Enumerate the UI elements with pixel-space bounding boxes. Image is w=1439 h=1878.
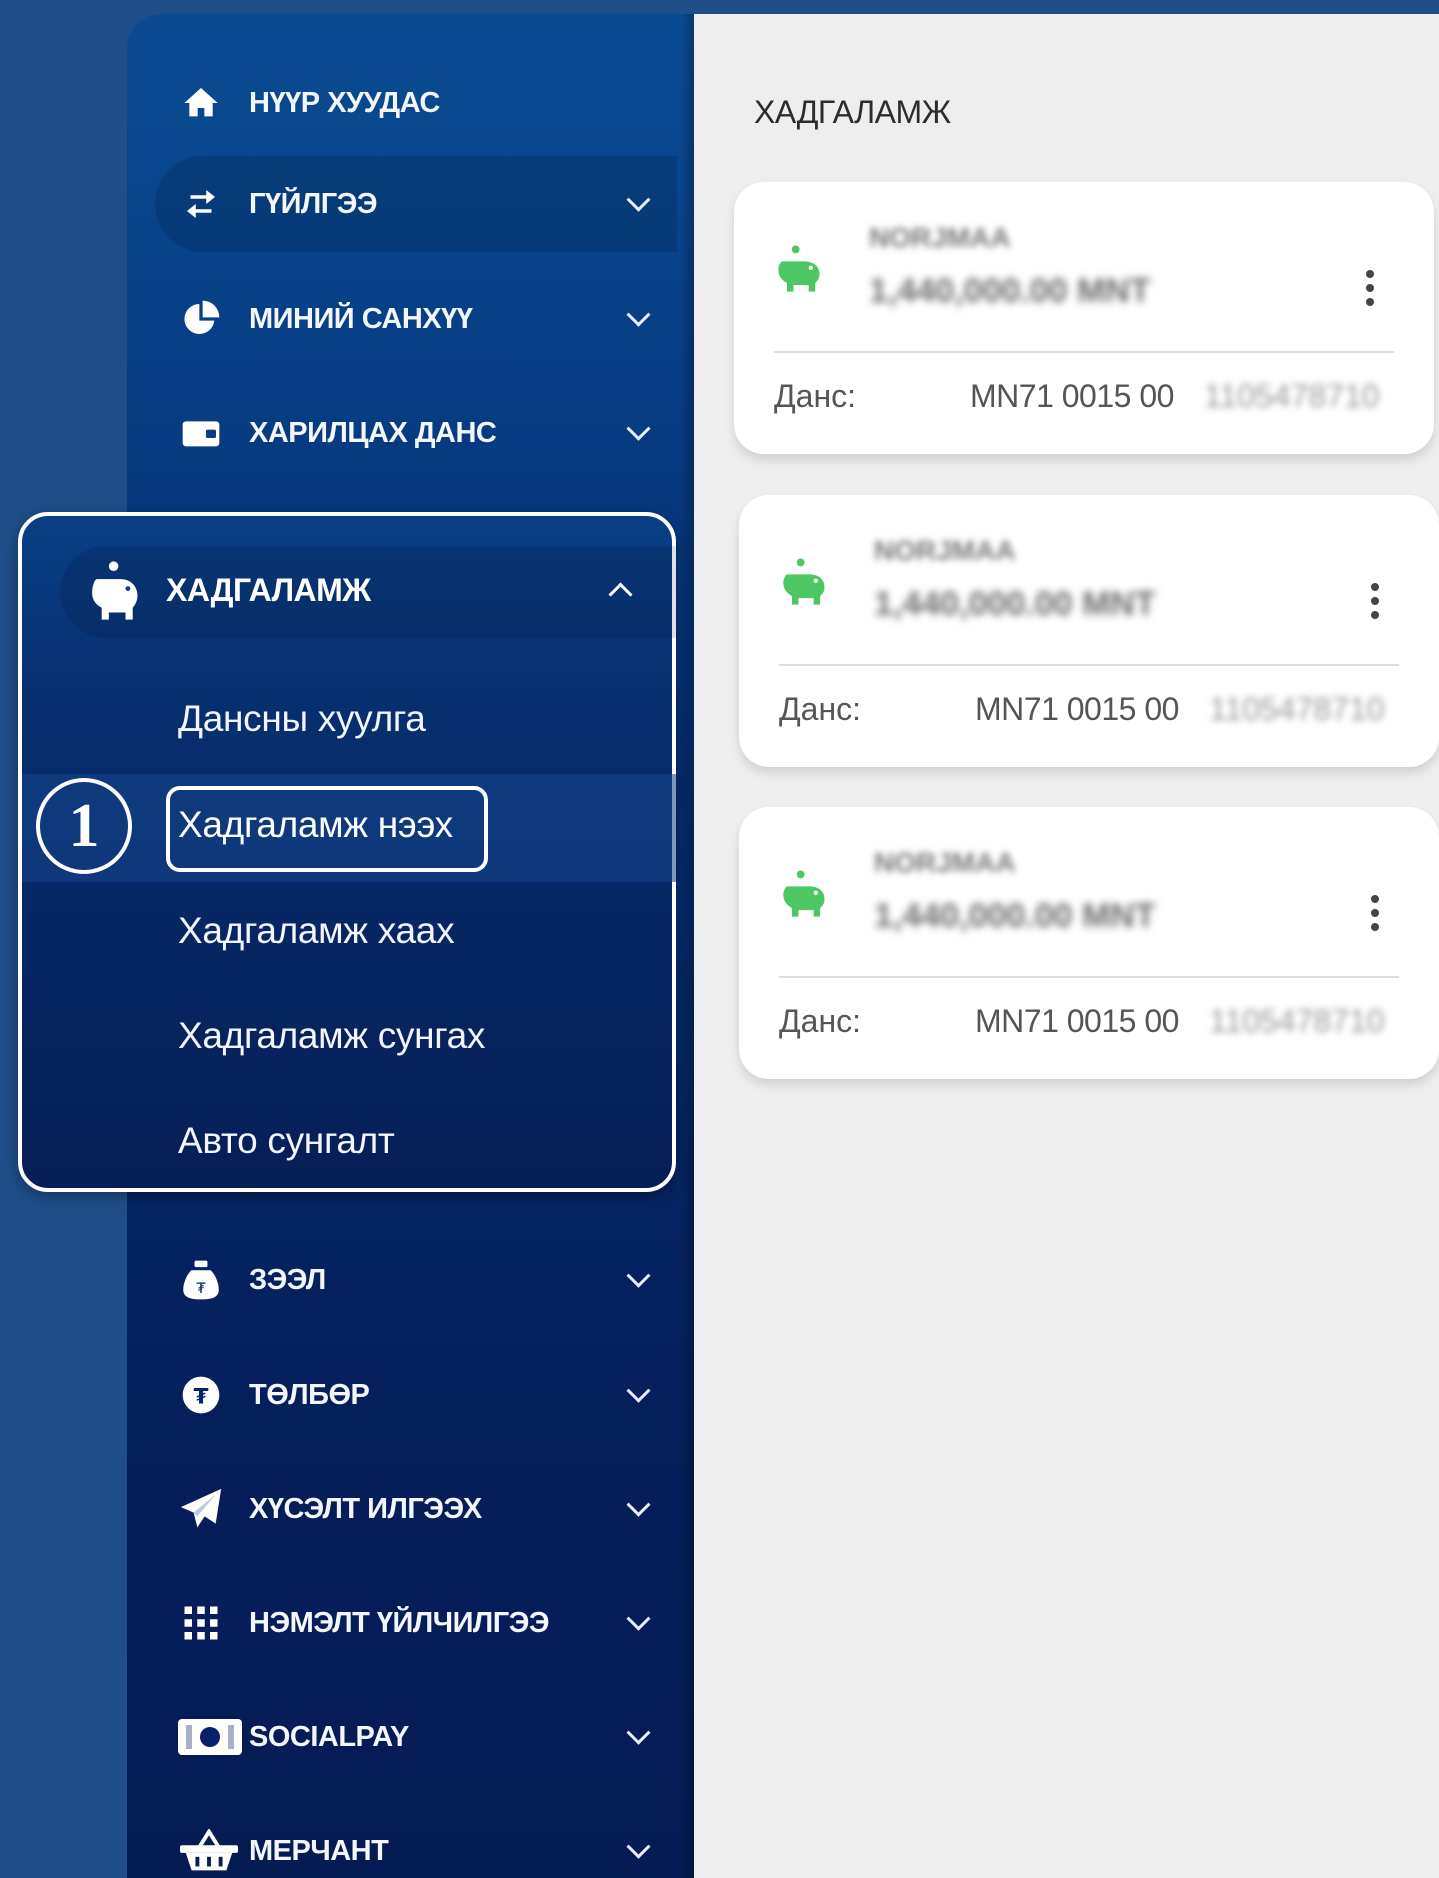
account-label: Данс: xyxy=(779,1003,862,1039)
account-holder-name: NORJMAA xyxy=(874,847,1016,878)
account-number-hidden: 1105478710 xyxy=(1204,378,1380,414)
submenu-auto-renewal[interactable]: Авто сунгалт xyxy=(178,1120,395,1162)
sidebar-item-send-request[interactable]: ХҮСЭЛТ ИЛГЭЭХ xyxy=(127,1461,677,1557)
piggy-bank-icon xyxy=(779,557,831,614)
sidebar-item-label: ТӨЛБӨР xyxy=(249,1378,370,1411)
paper-plane-icon xyxy=(179,1487,223,1531)
piggy-bank-icon xyxy=(774,244,826,301)
chevron-down-icon xyxy=(626,302,651,327)
account-number: MN71 0015 00 xyxy=(975,1003,1179,1039)
savings-card[interactable]: NORJMAA 1,440,000.00 MNT Данс: MN71 0015… xyxy=(739,807,1439,1079)
sidebar-item-merchant[interactable]: МЕРЧАНТ xyxy=(127,1803,677,1878)
sidebar-item-label: SOCIALPAY xyxy=(249,1720,409,1753)
tugrik-coin-icon: ₮ xyxy=(179,1373,223,1417)
main-panel: ХАДГАЛАМЖ NORJMAA 1,440,000.00 MNT Данс:… xyxy=(694,14,1439,1878)
page-title: ХАДГАЛАМЖ xyxy=(754,94,951,130)
piggy-bank-icon xyxy=(779,869,831,926)
sidebar-item-label: НҮҮР ХУУДАС xyxy=(249,86,440,119)
sidebar-item-payment[interactable]: ₮ ТӨЛБӨР xyxy=(127,1347,677,1443)
chevron-down-icon xyxy=(626,1720,651,1745)
sidebar-item-my-finance[interactable]: МИНИЙ САНХҮҮ xyxy=(127,271,677,367)
wallet-icon xyxy=(179,411,223,455)
savings-menu-highlight: ХАДГАЛАМЖ Дансны хуулга 1 Хадгаламж нээх… xyxy=(18,512,676,1192)
account-label: Данс: xyxy=(774,378,857,414)
submenu-open-savings[interactable]: Хадгаламж нээх xyxy=(178,804,453,846)
divider xyxy=(774,351,1394,353)
sidebar-item-label: ЗЭЭЛ xyxy=(249,1263,326,1296)
submenu-extend-savings[interactable]: Хадгаламж сунгах xyxy=(178,1015,485,1057)
cash-icon xyxy=(177,1715,243,1759)
sidebar-edge xyxy=(680,14,694,1878)
more-options-icon[interactable] xyxy=(1371,895,1379,937)
chevron-down-icon xyxy=(626,1492,651,1517)
sidebar-item-label: ХҮСЭЛТ ИЛГЭЭХ xyxy=(249,1492,482,1525)
more-options-icon[interactable] xyxy=(1371,583,1379,625)
sidebar-item-label: НЭМЭЛТ ҮЙЛЧИЛГЭЭ xyxy=(249,1606,549,1639)
piggy-bank-icon xyxy=(87,560,145,627)
account-number: MN71 0015 00 xyxy=(975,691,1179,727)
account-holder-name: NORJMAA xyxy=(869,222,1011,253)
sidebar-item-label: МИНИЙ САНХҮҮ xyxy=(249,302,473,335)
account-number-hidden: 1105478710 xyxy=(1209,691,1385,727)
step-marker: 1 xyxy=(36,778,132,874)
sidebar-item-current-account[interactable]: ХАРИЛЦАХ ДАНС xyxy=(127,385,677,481)
savings-menu-title: ХАДГАЛАМЖ xyxy=(166,572,371,608)
account-number: MN71 0015 00 xyxy=(970,378,1174,414)
chevron-down-icon xyxy=(626,1834,651,1859)
submenu-account-statement[interactable]: Дансны хуулга xyxy=(178,698,426,740)
basket-icon xyxy=(179,1829,239,1873)
account-number-hidden: 1105478710 xyxy=(1209,1003,1385,1039)
savings-card[interactable]: NORJMAA 1,440,000.00 MNT Данс: MN71 0015… xyxy=(739,495,1439,767)
chevron-down-icon xyxy=(626,187,651,212)
grid-icon xyxy=(179,1601,223,1645)
sidebar-item-label: ХАРИЛЦАХ ДАНС xyxy=(249,416,497,449)
account-label: Данс: xyxy=(779,691,862,727)
sidebar-item-transactions[interactable]: ГҮЙЛГЭЭ xyxy=(155,156,677,252)
balance-amount: 1,440,000.00 MNT xyxy=(874,897,1156,935)
home-icon xyxy=(179,81,223,125)
chevron-down-icon xyxy=(626,1606,651,1631)
svg-text:₮: ₮ xyxy=(193,1384,208,1409)
money-bag-icon: ₮ xyxy=(179,1258,223,1302)
sidebar-item-home[interactable]: НҮҮР ХУУДАС xyxy=(127,55,677,151)
submenu-close-savings[interactable]: Хадгаламж хаах xyxy=(178,910,455,952)
svg-text:₮: ₮ xyxy=(196,1281,206,1297)
savings-card[interactable]: NORJMAA 1,440,000.00 MNT Данс: MN71 0015… xyxy=(734,182,1434,454)
chevron-down-icon xyxy=(626,416,651,441)
more-options-icon[interactable] xyxy=(1366,270,1374,312)
account-holder-name: NORJMAA xyxy=(874,535,1016,566)
chevron-down-icon xyxy=(626,1263,651,1288)
chevron-down-icon xyxy=(626,1378,651,1403)
sidebar-item-label: ГҮЙЛГЭЭ xyxy=(249,187,377,220)
sidebar-item-socialpay[interactable]: SOCIALPAY xyxy=(127,1689,677,1785)
divider xyxy=(779,976,1399,978)
balance-amount: 1,440,000.00 MNT xyxy=(874,585,1156,623)
divider xyxy=(779,664,1399,666)
sidebar-item-extra-services[interactable]: НЭМЭЛТ ҮЙЛЧИЛГЭЭ xyxy=(127,1575,677,1671)
transfer-arrows-icon xyxy=(179,182,223,226)
pie-chart-icon xyxy=(179,297,223,341)
balance-amount: 1,440,000.00 MNT xyxy=(869,272,1151,310)
sidebar-item-loan[interactable]: ₮ ЗЭЭЛ xyxy=(127,1232,677,1328)
sidebar-item-label: МЕРЧАНТ xyxy=(249,1834,389,1867)
